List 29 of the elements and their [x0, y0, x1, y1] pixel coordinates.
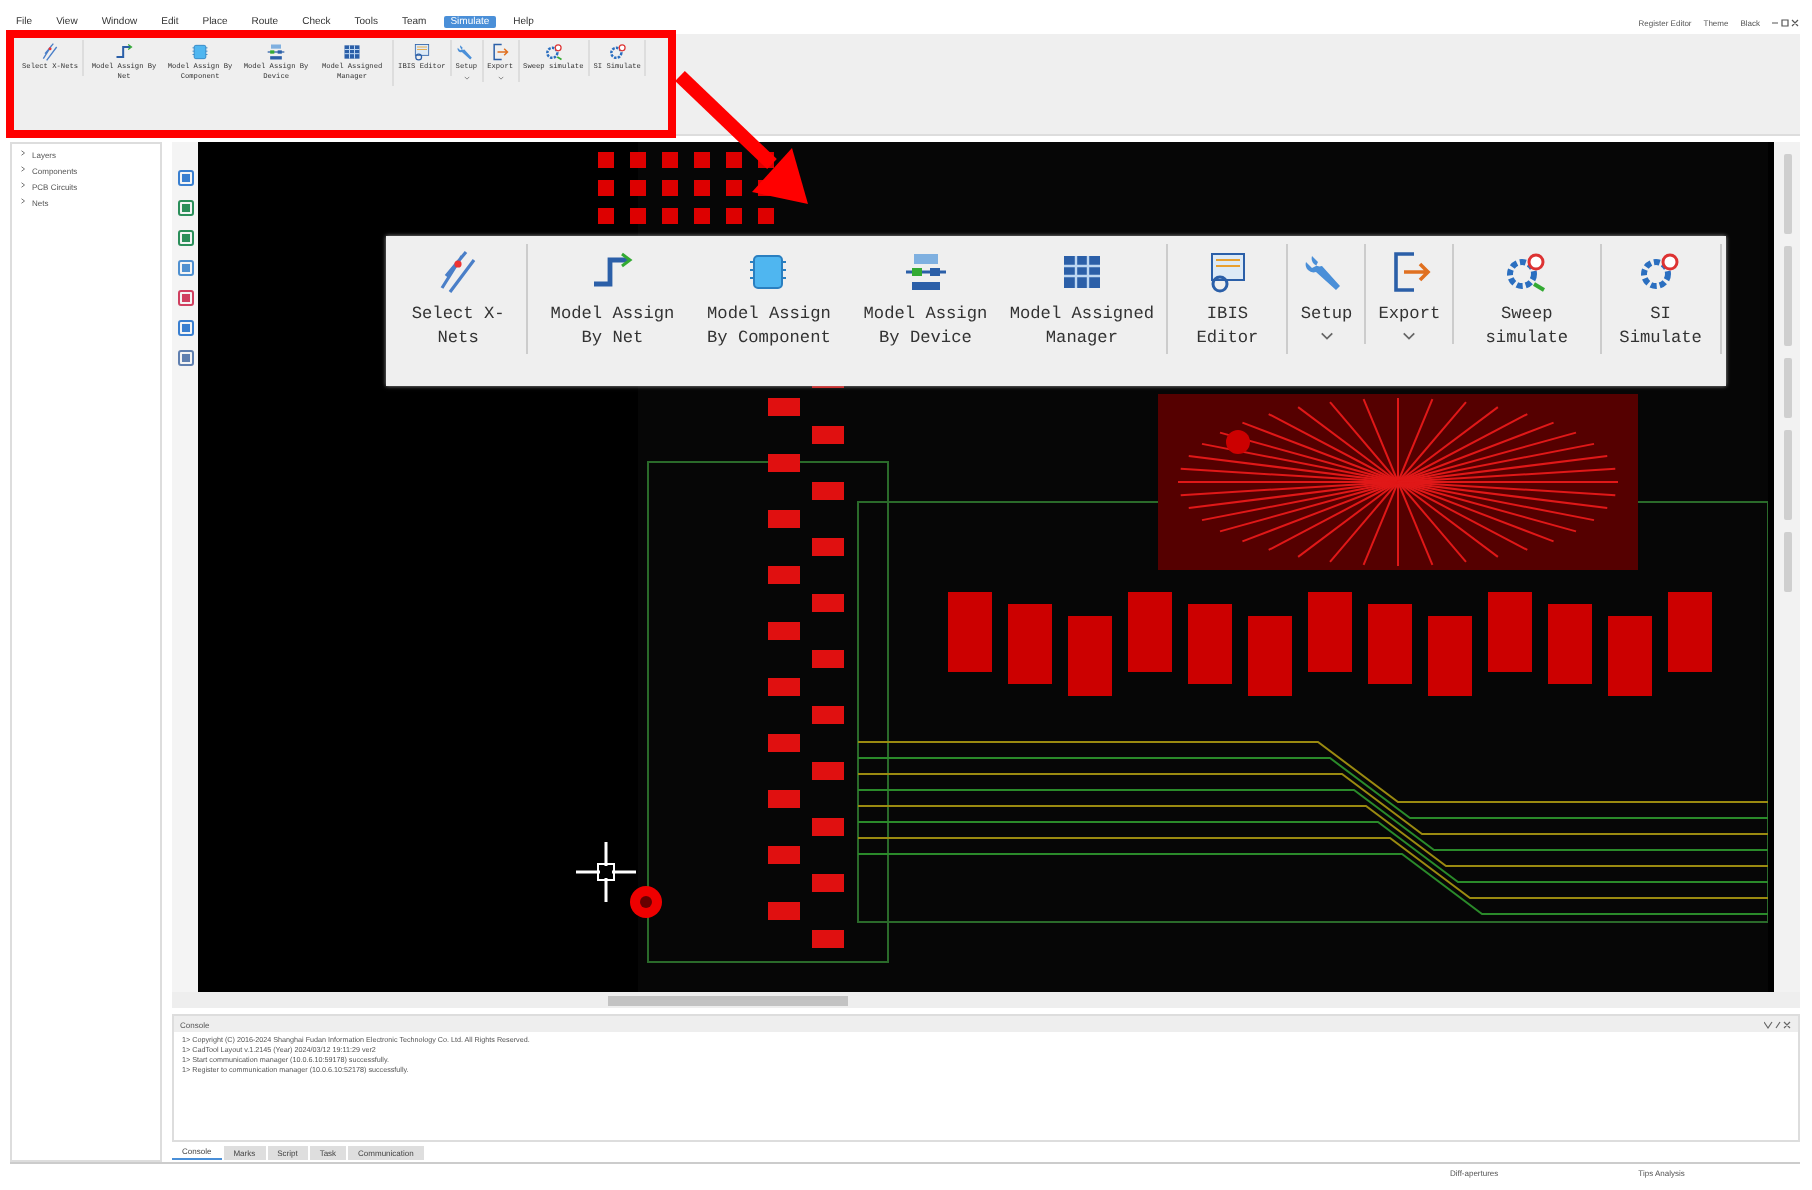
window-controls-icon[interactable] — [1772, 17, 1800, 27]
chevron-right-icon — [20, 166, 26, 172]
via-pad-drawing — [630, 886, 662, 918]
step-line-icon — [114, 42, 135, 62]
ribbon-button[interactable]: Model Assigned Manager — [1003, 244, 1161, 355]
crosshair-icon — [576, 842, 636, 902]
crossed-lines-icon — [40, 42, 61, 62]
grid-icon — [342, 42, 363, 62]
ribbon-button[interactable]: Model Assign By Net — [534, 244, 691, 355]
wrench-icon — [456, 42, 477, 62]
chevron-right-icon — [20, 182, 26, 188]
ribbon-button[interactable]: Export — [1372, 244, 1447, 345]
monitor-icon — [411, 42, 432, 62]
gears-icon — [1502, 248, 1551, 296]
ribbon-button[interactable]: Setup — [1294, 244, 1359, 345]
ribbon-button[interactable]: IBIS Editor — [1174, 244, 1281, 355]
scrollbar-thumb[interactable] — [608, 995, 848, 1005]
panel-controls-icon[interactable] — [1764, 1019, 1792, 1029]
gears-icon — [543, 42, 564, 62]
export-icon — [490, 42, 511, 62]
ribbon-button[interactable]: Select X-Nets — [396, 244, 521, 355]
chip-icon — [190, 42, 211, 62]
gear-icon — [607, 42, 628, 62]
ribbon-button[interactable]: Model Assign By Component — [690, 244, 848, 355]
chevron-right-icon — [20, 150, 26, 156]
chevron-right-icon — [20, 198, 26, 204]
ribbon-button[interactable]: Sweep simulate — [1460, 244, 1594, 355]
ribbon-button[interactable]: Model Assign By Device — [847, 244, 1004, 355]
ribbon-button[interactable]: SI Simulate — [1607, 244, 1714, 355]
